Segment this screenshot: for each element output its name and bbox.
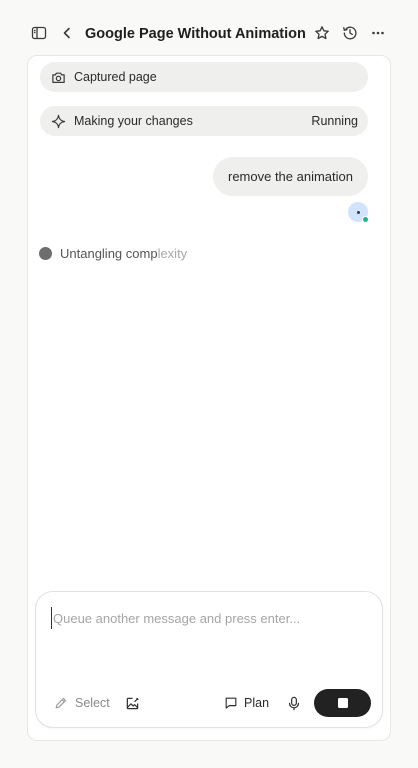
page-title: Google Page Without Animation — [85, 26, 306, 42]
star-icon — [315, 26, 329, 40]
online-indicator — [362, 216, 369, 223]
camera-icon — [50, 69, 66, 85]
edit-image-button[interactable] — [120, 691, 144, 715]
pencil-icon — [55, 697, 67, 709]
sparkle-icon — [50, 113, 66, 129]
stop-button[interactable] — [314, 689, 371, 717]
more-horizontal-icon — [372, 31, 384, 35]
chevron-left-icon — [63, 27, 70, 39]
loading-spinner-icon — [39, 246, 52, 260]
microphone-button[interactable] — [282, 691, 306, 715]
history-icon — [343, 26, 357, 40]
sidebar-toggle-icon[interactable] — [27, 21, 51, 45]
message-input[interactable] — [51, 607, 369, 629]
favorite-button[interactable] — [310, 21, 334, 45]
microphone-icon — [288, 696, 300, 710]
select-label: Select — [75, 696, 110, 710]
captured-page-chip[interactable]: Captured page — [40, 62, 368, 92]
thinking-status: Untangling comp lexity — [39, 245, 187, 261]
edit-image-icon — [126, 697, 139, 709]
task-status-badge: Running — [311, 114, 358, 128]
more-options-button[interactable] — [366, 21, 390, 45]
history-button[interactable] — [338, 21, 362, 45]
comment-icon — [225, 697, 237, 709]
captured-page-label: Captured page — [74, 70, 157, 84]
plan-button[interactable]: Plan — [224, 691, 269, 715]
back-button[interactable] — [55, 21, 79, 45]
task-label: Making your changes — [74, 114, 193, 128]
stop-icon — [337, 698, 348, 708]
plan-label: Plan — [244, 696, 270, 710]
avatar — [348, 202, 369, 223]
user-message-bubble: remove the animation — [212, 157, 368, 196]
task-status-chip[interactable]: Making your changes Running — [40, 106, 368, 136]
select-button[interactable]: Select — [54, 691, 110, 715]
